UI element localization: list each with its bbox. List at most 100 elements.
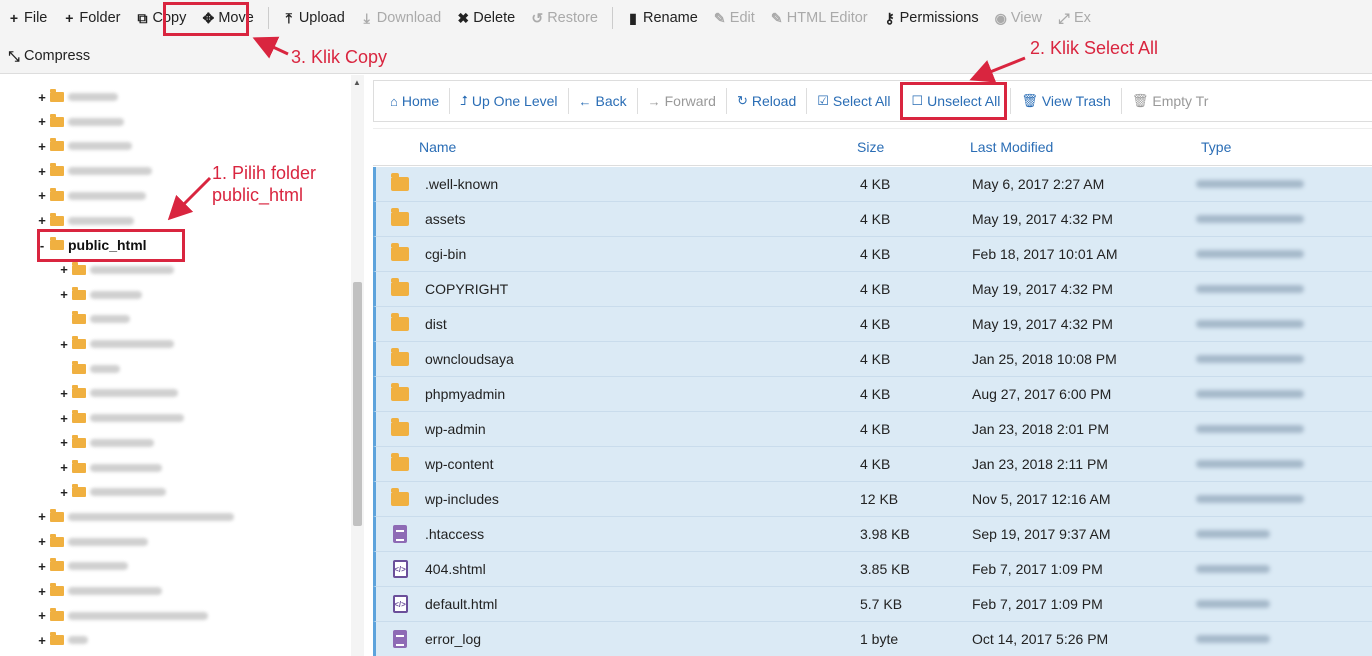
expand-icon[interactable]: +	[58, 386, 70, 401]
tree-item[interactable]: +	[58, 332, 174, 356]
table-row[interactable]: error_log 1 byte Oct 14, 2017 5:26 PM	[373, 622, 1372, 656]
expand-icon[interactable]: +	[58, 287, 70, 302]
expand-icon[interactable]: +	[36, 188, 48, 203]
expand-icon[interactable]: +	[58, 262, 70, 277]
table-row[interactable]: wp-includes 12 KB Nov 5, 2017 12:16 AM	[373, 482, 1372, 517]
expand-icon[interactable]: +	[58, 435, 70, 450]
folder-button[interactable]: + Folder	[55, 3, 128, 33]
expand-icon[interactable]: +	[36, 534, 48, 549]
home-button[interactable]: ⌂ Home	[380, 85, 449, 117]
tree-item[interactable]	[58, 357, 120, 381]
expand-icon[interactable]: +	[36, 114, 48, 129]
table-row[interactable]: phpmyadmin 4 KB Aug 27, 2017 6:00 PM	[373, 377, 1372, 412]
table-row[interactable]: .well-known 4 KB May 6, 2017 2:27 AM	[373, 167, 1372, 202]
expand-icon[interactable]: +	[58, 485, 70, 500]
table-row[interactable]: </> default.html 5.7 KB Feb 7, 2017 1:09 PM	[373, 587, 1372, 622]
tree-item[interactable]: +	[58, 381, 178, 405]
file-name[interactable]: cgi-bin	[425, 237, 466, 271]
column-header-type[interactable]: Type	[1201, 139, 1231, 155]
table-row[interactable]: assets 4 KB May 19, 2017 4:32 PM	[373, 202, 1372, 237]
file-name[interactable]: assets	[425, 202, 465, 236]
compress-button[interactable]: ⤡ Compress	[0, 41, 98, 71]
table-row[interactable]: COPYRIGHT 4 KB May 19, 2017 4:32 PM	[373, 272, 1372, 307]
expand-icon[interactable]: +	[36, 608, 48, 623]
tree-item[interactable]: +	[58, 406, 184, 430]
file-name[interactable]: 404.shtml	[425, 552, 486, 586]
file-name[interactable]: wp-admin	[425, 412, 486, 446]
tree-item[interactable]: +	[36, 628, 88, 652]
scroll-up-arrow-icon[interactable]: ▲	[353, 78, 361, 87]
file-name[interactable]: default.html	[425, 587, 497, 621]
tree-item[interactable]: +	[36, 110, 124, 134]
file-name[interactable]: COPYRIGHT	[425, 272, 508, 306]
tree-item[interactable]: +	[36, 134, 132, 158]
view-trash-button[interactable]: 🗑 View Trash	[1011, 85, 1121, 117]
table-row[interactable]: wp-content 4 KB Jan 23, 2018 2:11 PM	[373, 447, 1372, 482]
expand-icon[interactable]: +	[36, 164, 48, 179]
expand-icon[interactable]: +	[58, 411, 70, 426]
file-button[interactable]: + File	[0, 3, 55, 33]
extract-button[interactable]: ⤢ Ex	[1050, 3, 1099, 33]
table-row[interactable]: .htaccess 3.98 KB Sep 19, 2017 9:37 AM	[373, 517, 1372, 552]
tree-item[interactable]: +	[58, 456, 162, 480]
move-button[interactable]: ✥ Move	[194, 3, 261, 33]
expand-icon[interactable]: +	[36, 139, 48, 154]
expand-icon[interactable]: +	[36, 509, 48, 524]
tree-item[interactable]: +	[36, 184, 146, 208]
tree-item[interactable]: +	[36, 579, 162, 603]
file-name[interactable]: owncloudsaya	[425, 342, 514, 376]
tree-item-public-html[interactable]: - public_html	[36, 233, 147, 257]
tree-item[interactable]	[58, 307, 130, 331]
rename-button[interactable]: ▮ Rename	[619, 3, 706, 33]
download-button[interactable]: ⤓ Download	[353, 3, 450, 33]
permissions-button[interactable]: ⚷ Permissions	[876, 3, 987, 33]
expand-icon[interactable]: +	[58, 337, 70, 352]
file-name[interactable]: phpmyadmin	[425, 377, 505, 411]
forward-button[interactable]: → Forward	[638, 85, 726, 117]
tree-item[interactable]: +	[36, 554, 128, 578]
tree-item[interactable]: +	[36, 505, 234, 529]
expand-icon[interactable]: +	[36, 633, 48, 648]
table-row[interactable]: owncloudsaya 4 KB Jan 25, 2018 10:08 PM	[373, 342, 1372, 377]
tree-item[interactable]: +	[36, 209, 134, 233]
restore-button[interactable]: ↺ Restore	[523, 3, 606, 33]
reload-button[interactable]: ↻ Reload	[727, 85, 806, 117]
delete-button[interactable]: ✖ Delete	[449, 3, 523, 33]
expand-icon[interactable]: +	[58, 460, 70, 475]
up-one-level-button[interactable]: ⮥ Up One Level	[450, 85, 567, 117]
tree-item[interactable]: +	[58, 258, 174, 282]
tree-item[interactable]: +	[58, 431, 154, 455]
expand-icon[interactable]: +	[36, 213, 48, 228]
upload-button[interactable]: ⤒ Upload	[275, 3, 353, 33]
html-editor-button[interactable]: ✎ HTML Editor	[763, 3, 876, 33]
column-header-last-modified[interactable]: Last Modified	[970, 139, 1053, 155]
file-name[interactable]: .htaccess	[425, 517, 484, 551]
collapse-icon[interactable]: -	[36, 238, 48, 253]
table-row[interactable]: cgi-bin 4 KB Feb 18, 2017 10:01 AM	[373, 237, 1372, 272]
table-row[interactable]: </> 404.shtml 3.85 KB Feb 7, 2017 1:09 PM	[373, 552, 1372, 587]
file-name[interactable]: wp-includes	[425, 482, 499, 516]
view-button[interactable]: ◉ View	[987, 3, 1050, 33]
tree-item[interactable]: +	[36, 85, 118, 109]
file-name[interactable]: dist	[425, 307, 447, 341]
tree-item[interactable]: +	[36, 530, 148, 554]
expand-icon[interactable]: +	[36, 559, 48, 574]
back-button[interactable]: ← Back	[569, 85, 637, 117]
unselect-all-button[interactable]: ☐ Unselect All	[902, 85, 1011, 117]
table-row[interactable]: dist 4 KB May 19, 2017 4:32 PM	[373, 307, 1372, 342]
file-name[interactable]: wp-content	[425, 447, 493, 481]
table-row[interactable]: wp-admin 4 KB Jan 23, 2018 2:01 PM	[373, 412, 1372, 447]
expand-icon[interactable]: +	[36, 90, 48, 105]
tree-item[interactable]: +	[36, 159, 152, 183]
file-name[interactable]: error_log	[425, 622, 481, 656]
tree-item[interactable]: +	[36, 604, 208, 628]
edit-button[interactable]: ✎ Edit	[706, 3, 763, 33]
empty-trash-button[interactable]: 🗑 Empty Tr	[1122, 85, 1219, 117]
tree-item[interactable]: +	[58, 283, 142, 307]
tree-scrollbar-thumb[interactable]	[353, 282, 362, 526]
expand-icon[interactable]: +	[36, 584, 48, 599]
select-all-button[interactable]: ☑ Select All	[807, 85, 900, 117]
column-header-name[interactable]: Name	[419, 139, 456, 155]
file-name[interactable]: .well-known	[425, 167, 498, 201]
tree-item[interactable]: +	[58, 480, 166, 504]
